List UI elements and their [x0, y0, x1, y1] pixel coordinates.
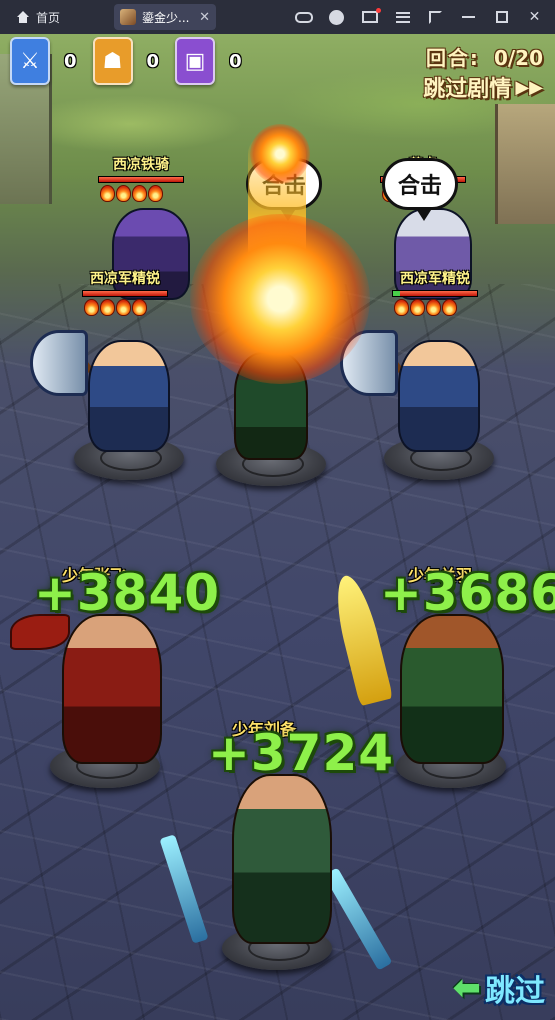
game-thumbnail-icon: [120, 9, 136, 25]
enemy-xiliang-elite-left[interactable]: 西凉军精锐: [30, 268, 200, 488]
resource-item[interactable]: ⚔ 0: [10, 37, 77, 85]
liubei-figure: [232, 774, 332, 944]
unit-name: 西凉军精锐: [400, 271, 470, 287]
round-panel: 回合: 0/20 跳过剧情 ▶▶: [423, 42, 543, 103]
emulator-titlebar: 首页 鎏金少... ✕ ✕: [0, 0, 555, 34]
flame-icon: [132, 299, 147, 316]
combo-bubble: 合击: [382, 158, 458, 221]
close-window-button[interactable]: ✕: [518, 0, 551, 34]
flame-icon: [100, 299, 115, 316]
mail-icon: [361, 8, 381, 23]
rage-flames: [394, 299, 457, 316]
flame-icon: [132, 185, 147, 202]
menu-icon: [395, 11, 410, 23]
fire-orb-effect: [250, 124, 310, 184]
account-button[interactable]: [320, 0, 353, 34]
mail-button[interactable]: [353, 0, 386, 34]
resource-bar: ⚔ 0 ☗ 0 ▣ 0: [10, 36, 242, 86]
skip-story-button[interactable]: 跳过剧情 ▶▶: [423, 71, 543, 103]
resource-count: 0: [64, 50, 77, 72]
flame-icon: [426, 299, 441, 316]
skip-label: 跳过: [485, 974, 545, 1009]
home-icon: [16, 11, 30, 23]
heal-number: +3686: [380, 564, 555, 622]
zhangfei-figure: [62, 614, 162, 764]
chest-scroll-icon: ▣: [175, 37, 216, 85]
user-icon: [329, 9, 344, 25]
flame-icon: [116, 185, 131, 202]
soldier-figure: [88, 340, 170, 452]
soldier-figure: [398, 340, 480, 452]
unit-name: 西凉军精锐: [90, 271, 160, 287]
shrink-icon: [429, 10, 442, 24]
fire-burst-effect: [190, 214, 370, 384]
home-tab-label: 首页: [36, 10, 61, 25]
flame-icon: [410, 299, 425, 316]
resource-count: 0: [229, 50, 242, 72]
battle-scene: ⚔ 0 ☗ 0 ▣ 0 回合:0/20 跳过剧情 ▶▶ 西凉铁骑 董卓: [0, 34, 555, 1020]
flame-icon: [116, 299, 131, 316]
hp-bar: [98, 176, 184, 183]
resource-count: 0: [146, 50, 160, 72]
rage-flames: [84, 299, 147, 316]
minimize-button[interactable]: [452, 0, 485, 34]
ruin-wall-right: [495, 104, 555, 224]
hp-bar: [392, 290, 478, 297]
flame-icon: [148, 185, 163, 202]
fast-forward-icon: ▶▶: [515, 76, 543, 98]
shrink-button[interactable]: [419, 0, 452, 34]
game-tab-label: 鎏金少...: [142, 10, 190, 25]
maximize-icon: [495, 11, 508, 23]
flame-icon: [100, 185, 115, 202]
rage-flames: [100, 185, 163, 202]
home-tab[interactable]: 首页: [8, 5, 68, 29]
minimize-icon: [462, 16, 475, 18]
resource-item[interactable]: ▣ 0: [175, 37, 242, 85]
back-arrow-icon: ⬅: [452, 968, 482, 1008]
maximize-button[interactable]: [485, 0, 518, 34]
flame-icon: [394, 299, 409, 316]
window-controls: ✕: [287, 0, 551, 34]
axe-icon: [30, 330, 88, 396]
skip-story-label: 跳过剧情: [423, 77, 512, 102]
unit-name: 西凉铁骑: [113, 157, 169, 173]
close-icon: ✕: [528, 9, 541, 25]
round-value: 0/20: [493, 46, 543, 70]
heal-number: +3724: [208, 724, 395, 782]
gamepad-icon: [294, 11, 313, 23]
skip-button[interactable]: ⬅ 跳过: [453, 966, 546, 1010]
flame-icon: [84, 299, 99, 316]
sword-right: [323, 867, 393, 971]
gamepad-button[interactable]: [287, 0, 320, 34]
round-label: 回合:: [425, 46, 480, 70]
guanyu-figure: [400, 614, 504, 764]
helmet-scroll-icon: ☗: [92, 37, 133, 85]
round-counter: 回合: 0/20: [423, 42, 543, 71]
hp-bar: [82, 290, 168, 297]
heal-number: +3840: [34, 564, 221, 622]
sword-scroll-icon: ⚔: [10, 37, 50, 85]
game-tab[interactable]: 鎏金少... ✕: [114, 4, 216, 30]
menu-button[interactable]: [386, 0, 419, 34]
tab-close-icon[interactable]: ✕: [199, 10, 210, 25]
resource-item[interactable]: ☗ 0: [92, 37, 160, 85]
flame-icon: [442, 299, 457, 316]
